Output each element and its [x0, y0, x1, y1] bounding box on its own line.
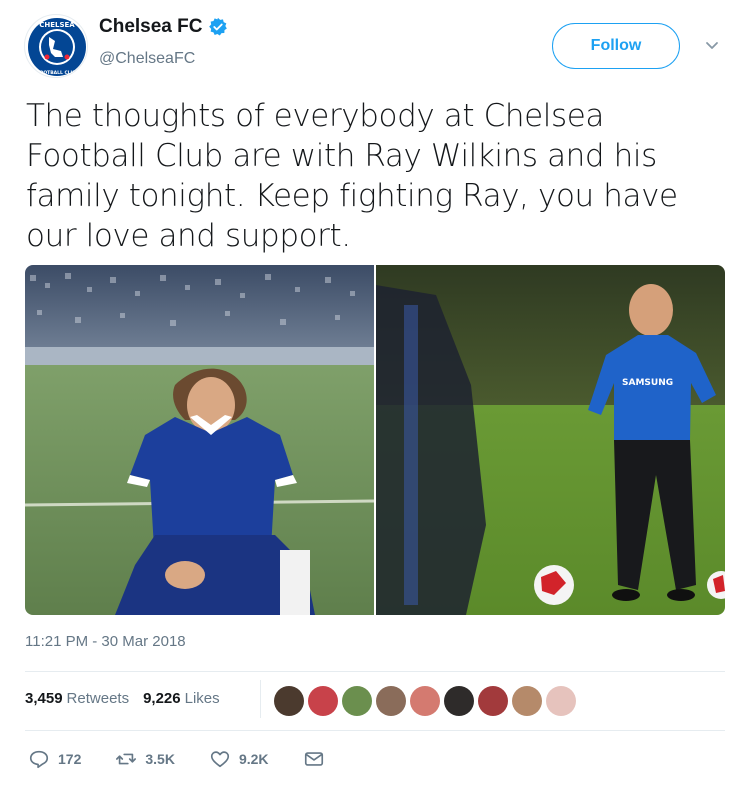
tweet-text: The thoughts of everybody at Chelsea Foo… [26, 98, 678, 254]
chelsea-avatar[interactable]: CHELSEA FOOTBALL CLUB [24, 14, 88, 78]
account-handle[interactable]: @ChelseaFC [99, 50, 195, 68]
verified-badge-icon [209, 17, 228, 36]
retweet-action[interactable]: 3.5K [115, 748, 175, 770]
liker-avatar[interactable] [444, 686, 474, 716]
tweet-media[interactable]: SAMSUNG [25, 265, 725, 615]
reply-action[interactable]: 172 [28, 748, 81, 770]
display-name[interactable]: Chelsea FC [99, 16, 202, 38]
photo-vintage-player[interactable] [25, 265, 374, 615]
like-action[interactable]: 9.2K [209, 748, 269, 770]
liker-avatar[interactable] [274, 686, 304, 716]
photo-coach-training[interactable]: SAMSUNG [376, 265, 725, 615]
reply-count: 172 [58, 751, 82, 767]
liker-avatar[interactable] [376, 686, 406, 716]
account-name-row[interactable]: Chelsea FC [99, 16, 228, 38]
follow-button[interactable]: Follow [552, 23, 680, 69]
divider-bottom [25, 730, 725, 731]
shirt-sponsor: SAMSUNG [622, 378, 673, 388]
liker-avatar[interactable] [308, 686, 338, 716]
divider-top [25, 671, 725, 672]
likes-label[interactable]: Likes [185, 690, 220, 707]
like-count: 9.2K [238, 751, 269, 767]
liker-avatar[interactable] [410, 686, 440, 716]
message-action[interactable] [303, 748, 325, 770]
likes-count[interactable]: 9,226 [143, 690, 181, 707]
stats-separator [260, 680, 261, 718]
liker-avatars [274, 686, 576, 716]
liker-avatar[interactable] [546, 686, 576, 716]
tweet-card: CHELSEA FOOTBALL CLUB Chelsea FC @Chelse… [0, 0, 746, 793]
chelsea-crest-icon: CHELSEA FOOTBALL CLUB [26, 16, 87, 77]
retweets-label[interactable]: Retweets [67, 690, 130, 707]
liker-avatar[interactable] [478, 686, 508, 716]
heart-icon [210, 751, 230, 768]
reply-icon [29, 750, 49, 769]
liker-avatar[interactable] [342, 686, 372, 716]
crest-bottom-text: FOOTBALL CLUB [36, 70, 78, 76]
tweet-stats: 3,459 Retweets 9,226 Likes [25, 690, 220, 707]
retweet-count: 3.5K [145, 751, 175, 767]
crest-top-text: CHELSEA [39, 21, 75, 29]
liker-avatar[interactable] [512, 686, 542, 716]
envelope-icon [304, 752, 323, 766]
vintage-player-image [25, 265, 374, 615]
retweet-icon [116, 753, 137, 765]
tweet-actions: 172 3.5K 9.2K [28, 748, 359, 770]
retweets-count[interactable]: 3,459 [25, 690, 63, 707]
tweet-timestamp[interactable]: 11:21 PM - 30 Mar 2018 [25, 633, 186, 650]
chevron-down-icon[interactable] [702, 36, 722, 56]
coach-training-image: SAMSUNG [376, 265, 725, 615]
